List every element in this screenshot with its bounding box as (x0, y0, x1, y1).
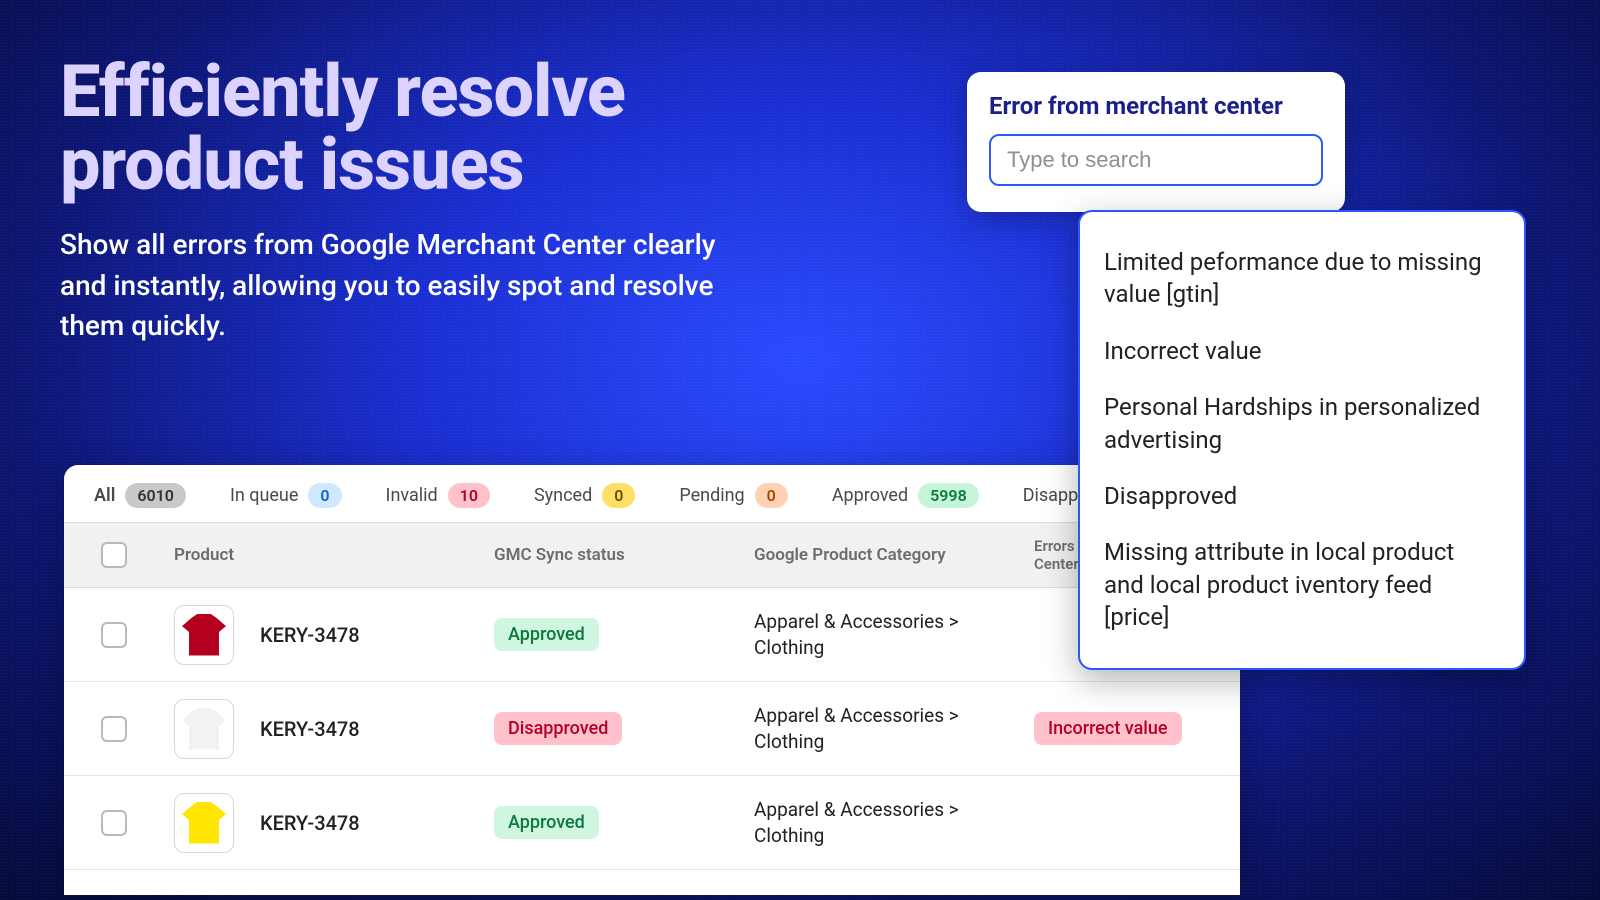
tab-count-badge: 0 (308, 483, 341, 508)
tab-count-badge: 0 (602, 483, 635, 508)
tab-label: Invalid (386, 485, 438, 506)
category-text: Apparel & Accessories > Clothing (754, 704, 959, 753)
tab-label: Approved (832, 485, 908, 506)
dropdown-option[interactable]: Missing attribute in local product and l… (1104, 524, 1500, 645)
status-badge: Approved (494, 618, 599, 651)
category-text: Apparel & Accessories > Clothing (754, 610, 959, 659)
tab-count-badge: 5998 (918, 483, 979, 508)
tshirt-icon (182, 802, 226, 844)
dropdown-option[interactable]: Disapproved (1104, 468, 1500, 524)
product-thumbnail (174, 699, 234, 759)
table-row: KERY-3478 Approved Apparel & Accessories >… (64, 588, 1240, 682)
tab-count-badge: 10 (448, 483, 490, 508)
tab-pending[interactable]: Pending 0 (679, 483, 787, 508)
select-all-checkbox[interactable] (101, 542, 127, 568)
col-product: Product (164, 545, 484, 565)
tab-count-badge: 6010 (125, 483, 186, 508)
product-sku: KERY-3478 (260, 811, 360, 835)
error-badge: Incorrect value (1034, 712, 1182, 745)
status-badge: Approved (494, 806, 599, 839)
row-checkbox[interactable] (101, 716, 127, 742)
tab-synced[interactable]: Synced 0 (534, 483, 635, 508)
table-row: KERY-3478 Approved Apparel & Accessories >… (64, 776, 1240, 870)
product-table-card: All 6010 In queue 0 Invalid 10 Synced 0 Pending 0… (64, 465, 1240, 895)
tab-approved[interactable]: Approved 5998 (832, 483, 979, 508)
tab-invalid[interactable]: Invalid 10 (386, 483, 490, 508)
tab-count-badge: 0 (755, 483, 788, 508)
tab-label: All (94, 485, 115, 506)
product-sku: KERY-3478 (260, 623, 360, 647)
col-category: Google Product Category (744, 545, 1024, 565)
page-title: Efficiently resolve product issues (60, 55, 820, 202)
product-thumbnail (174, 793, 234, 853)
page-subtitle: Show all errors from Google Merchant Cen… (60, 225, 740, 347)
tshirt-icon (182, 614, 226, 656)
tab-label: In queue (230, 485, 298, 506)
tab-label: Pending (679, 485, 744, 506)
status-tabs: All 6010 In queue 0 Invalid 10 Synced 0 Pending 0… (64, 465, 1240, 522)
dropdown-option[interactable]: Personal Hardships in personalized adver… (1104, 379, 1500, 468)
product-thumbnail (174, 605, 234, 665)
search-card-title: Error from merchant center (989, 92, 1323, 120)
search-dropdown: Limited peformance due to missing value … (1078, 210, 1526, 670)
dropdown-option[interactable]: Limited peformance due to missing value … (1104, 234, 1500, 323)
tab-all[interactable]: All 6010 (94, 483, 186, 508)
table-header: Product GMC Sync status Google Product C… (64, 522, 1240, 588)
product-sku: KERY-3478 (260, 717, 360, 741)
search-card: Error from merchant center (967, 72, 1345, 212)
search-input[interactable] (989, 134, 1323, 186)
tab-in-queue[interactable]: In queue 0 (230, 483, 342, 508)
tshirt-icon (182, 708, 226, 750)
category-text: Apparel & Accessories > Clothing (754, 798, 959, 847)
row-checkbox[interactable] (101, 810, 127, 836)
status-badge: Disapproved (494, 712, 622, 745)
table-row: KERY-3478 Disapproved Apparel & Accessorie… (64, 682, 1240, 776)
col-status: GMC Sync status (484, 545, 744, 565)
tab-label: Synced (534, 485, 592, 506)
dropdown-option[interactable]: Incorrect value (1104, 323, 1500, 379)
row-checkbox[interactable] (101, 622, 127, 648)
